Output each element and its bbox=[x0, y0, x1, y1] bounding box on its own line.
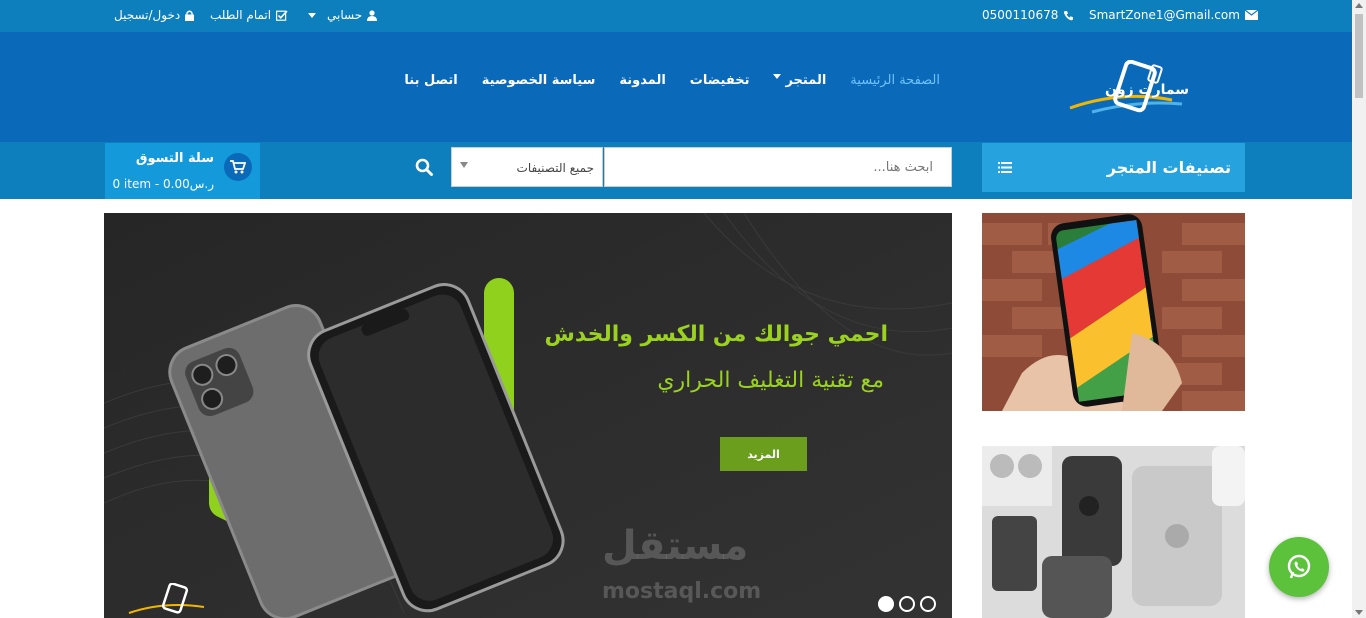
apple-products-image bbox=[982, 446, 1245, 618]
cart-icon bbox=[230, 160, 246, 174]
phone-in-hand-image bbox=[982, 213, 1245, 411]
main-header: سمارت زون الصفحة الرئيسية المتجر تخفيضات… bbox=[0, 32, 1352, 142]
caret-down-icon bbox=[308, 12, 316, 18]
nav-contact[interactable]: اتصل بنا bbox=[404, 73, 457, 88]
lock-icon bbox=[185, 10, 195, 21]
slider-dot-3[interactable] bbox=[920, 596, 936, 612]
slide-logo-graphic bbox=[128, 582, 205, 614]
cart-summary: 0 item - 0.00ر.س bbox=[112, 177, 214, 191]
whatsapp-button[interactable] bbox=[1269, 537, 1329, 597]
slider-dots bbox=[878, 596, 936, 612]
top-bar: SmartZone1@Gmail.com 0500110678 دخول/تسج… bbox=[0, 0, 1352, 32]
nav-privacy-label: سياسة الخصوصية bbox=[481, 73, 596, 88]
scroll-up-arrow-icon[interactable] bbox=[1355, 3, 1363, 8]
caret-down-icon bbox=[773, 74, 782, 79]
email-link[interactable]: SmartZone1@Gmail.com bbox=[1089, 8, 1258, 22]
list-icon bbox=[998, 162, 1012, 173]
nav-sales[interactable]: تخفيضات bbox=[690, 73, 750, 88]
categories-title: تصنيفات المتجر bbox=[1106, 158, 1231, 177]
shopping-cart[interactable]: سلة التسوق 0 item - 0.00ر.س bbox=[105, 143, 260, 199]
envelope-icon bbox=[1244, 10, 1258, 20]
user-icon bbox=[367, 9, 378, 21]
hero-slider[interactable]: احمي جوالك من الكسر والخدش مع تقنية التغ… bbox=[104, 213, 952, 618]
side-banner-phone-in-hand[interactable] bbox=[982, 213, 1245, 411]
search-placeholder: ابحث هنا... bbox=[873, 160, 933, 175]
phone-link[interactable]: 0500110678 bbox=[982, 8, 1074, 22]
phone-icon bbox=[1064, 10, 1074, 20]
slide-background-graphic bbox=[104, 213, 952, 618]
nav-privacy[interactable]: سياسة الخصوصية bbox=[482, 73, 596, 88]
nav-contact-label: اتصل بنا bbox=[404, 73, 458, 88]
slider-dot-2[interactable] bbox=[899, 596, 915, 612]
search-input[interactable]: ابحث هنا... bbox=[604, 147, 952, 187]
watermark-english: mostaql.com bbox=[602, 579, 762, 604]
login-link[interactable]: دخول/تسجيل bbox=[114, 8, 195, 22]
nav-home[interactable]: الصفحة الرئيسية bbox=[850, 73, 940, 88]
search-icon bbox=[415, 158, 433, 176]
slide-headline: احمي جوالك من الكسر والخدش bbox=[544, 322, 888, 347]
account-text: حسابي bbox=[327, 8, 363, 22]
slide-logo bbox=[124, 582, 244, 617]
chevron-down-icon bbox=[460, 162, 468, 168]
slide-more-button[interactable]: المزيد bbox=[720, 437, 807, 471]
email-text: SmartZone1@Gmail.com bbox=[1089, 8, 1240, 22]
watermark-arabic: مستقل bbox=[602, 523, 749, 569]
login-text: دخول/تسجيل bbox=[114, 8, 181, 22]
scroll-down-arrow-icon[interactable] bbox=[1355, 610, 1363, 615]
category-select-value: جميع التصنيفات bbox=[516, 161, 594, 175]
category-select[interactable]: جميع التصنيفات bbox=[451, 147, 603, 187]
nav-home-label: الصفحة الرئيسية bbox=[850, 73, 940, 88]
scrollbar-thumb[interactable] bbox=[1355, 14, 1363, 98]
main-nav: الصفحة الرئيسية المتجر تخفيضات المدونة س… bbox=[404, 73, 940, 88]
categories-toggle[interactable]: تصنيفات المتجر bbox=[982, 143, 1245, 192]
nav-blog[interactable]: المدونة bbox=[619, 73, 665, 88]
slide-subheadline: مع تقنية التغليف الحراري bbox=[657, 368, 884, 393]
checkout-link[interactable]: اتمام الطلب bbox=[210, 8, 288, 22]
nav-sales-label: تخفيضات bbox=[689, 73, 750, 88]
account-menu[interactable]: حسابي bbox=[308, 8, 378, 22]
search-button[interactable] bbox=[404, 147, 444, 187]
site-logo[interactable]: سمارت زون bbox=[1062, 59, 1232, 116]
checked-box-icon bbox=[276, 9, 288, 21]
nav-store-label: المتجر bbox=[785, 73, 827, 88]
side-banner-apple-products[interactable] bbox=[982, 446, 1245, 618]
nav-blog-label: المدونة bbox=[619, 73, 666, 88]
cart-icon-wrap bbox=[224, 153, 252, 181]
cart-title: سلة التسوق bbox=[135, 151, 214, 166]
page-scrollbar[interactable] bbox=[1352, 0, 1366, 618]
slider-dot-1[interactable] bbox=[878, 596, 894, 612]
whatsapp-icon bbox=[1287, 554, 1311, 579]
nav-store[interactable]: المتجر bbox=[773, 73, 826, 88]
logo-text: سمارت زون bbox=[1104, 82, 1190, 98]
phone-text: 0500110678 bbox=[982, 8, 1059, 22]
checkout-text: اتمام الطلب bbox=[210, 8, 272, 22]
